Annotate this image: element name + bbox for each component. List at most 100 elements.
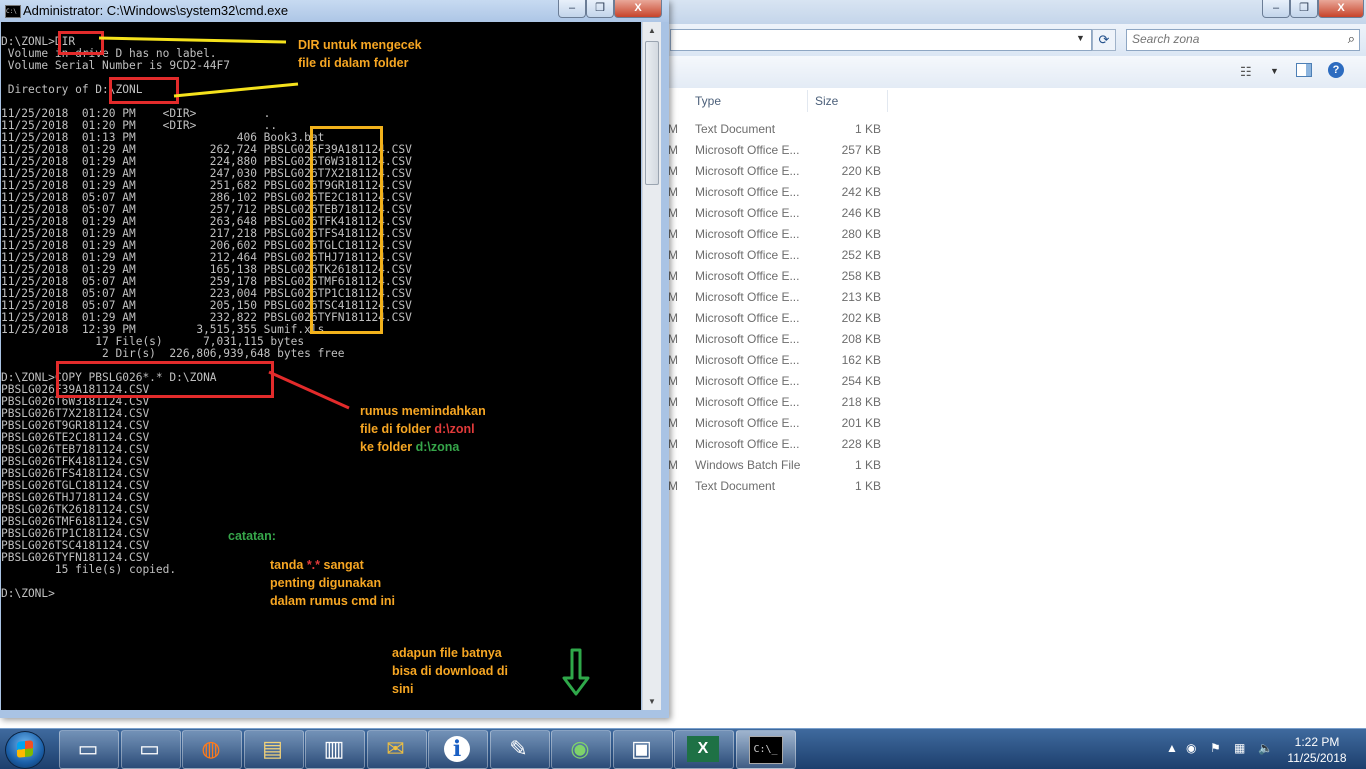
- file-row[interactable]: M Text Document 1 KB: [640, 119, 1366, 140]
- catatan-label: catatan:: [228, 529, 276, 543]
- scroll-down-icon[interactable]: ▼: [643, 693, 661, 710]
- column-header-size[interactable]: Size: [815, 88, 885, 114]
- file-size: 1 KB: [854, 458, 881, 472]
- window-button-2[interactable]: ▭: [120, 730, 181, 769]
- search-box[interactable]: ⌕: [1126, 29, 1360, 51]
- column-separator[interactable]: [807, 90, 808, 112]
- clock-time[interactable]: 1:22 PM: [1282, 735, 1352, 749]
- file-row[interactable]: M Microsoft Office E... 242 KB: [640, 182, 1366, 203]
- file-row[interactable]: M Microsoft Office E... 202 KB: [640, 308, 1366, 329]
- file-row[interactable]: M Microsoft Office E... 213 KB: [640, 287, 1366, 308]
- file-row[interactable]: M Microsoft Office E... 162 KB: [640, 350, 1366, 371]
- target-path-text: d:\zona: [415, 440, 460, 454]
- cmd-button[interactable]: C:\_: [735, 730, 796, 769]
- eye-button[interactable]: ◉: [551, 730, 611, 769]
- volume-icon[interactable]: 🔈: [1258, 741, 1273, 755]
- network-button[interactable]: ▣: [612, 730, 673, 769]
- search-icon[interactable]: ⌕: [1348, 31, 1355, 47]
- file-date-partial: M: [668, 437, 678, 451]
- column-header-type[interactable]: Type: [695, 88, 805, 114]
- file-date-partial: M: [668, 374, 678, 388]
- address-input[interactable]: [670, 29, 1092, 51]
- explorer-minimize-button[interactable]: –: [1262, 0, 1290, 18]
- scrollbar-thumb[interactable]: [645, 41, 659, 185]
- file-date-partial: M: [668, 395, 678, 409]
- file-date-partial: M: [668, 311, 678, 325]
- explorer-close-button[interactable]: X: [1318, 0, 1364, 18]
- editor-button[interactable]: ✎: [489, 730, 550, 769]
- network-icon[interactable]: ▦: [1234, 741, 1245, 755]
- view-options-icon[interactable]: ☷: [1240, 64, 1252, 80]
- file-row[interactable]: M Microsoft Office E... 246 KB: [640, 203, 1366, 224]
- cmd-restore-button[interactable]: ❒: [586, 0, 614, 18]
- file-date-partial: M: [668, 290, 678, 304]
- download-arrow-icon: [562, 648, 590, 696]
- cmd-close-button[interactable]: X: [614, 0, 662, 18]
- file-type: Microsoft Office E...: [695, 269, 800, 283]
- info-button[interactable]: ℹ: [428, 730, 488, 769]
- file-row[interactable]: M Text Document 1 KB: [640, 476, 1366, 497]
- start-button[interactable]: [5, 731, 45, 769]
- file-row[interactable]: M Microsoft Office E... 218 KB: [640, 392, 1366, 413]
- file-row[interactable]: M Microsoft Office E... 208 KB: [640, 329, 1366, 350]
- file-row[interactable]: M Microsoft Office E... 201 KB: [640, 413, 1366, 434]
- file-size: 220 KB: [841, 164, 881, 178]
- tanda-text: sangat: [320, 558, 364, 572]
- excel-button[interactable]: X: [674, 730, 734, 769]
- file-row[interactable]: M Microsoft Office E... 280 KB: [640, 224, 1366, 245]
- file-row[interactable]: M Microsoft Office E... 254 KB: [640, 371, 1366, 392]
- file-size: 280 KB: [841, 227, 881, 241]
- window-button-1[interactable]: ▭: [59, 730, 119, 769]
- mail-button[interactable]: ✉: [366, 730, 427, 769]
- file-date-partial: M: [668, 248, 678, 262]
- file-type: Microsoft Office E...: [695, 395, 800, 409]
- refresh-button[interactable]: ⟳: [1092, 29, 1116, 51]
- file-date-partial: M: [668, 206, 678, 220]
- file-type: Microsoft Office E...: [695, 164, 800, 178]
- file-row[interactable]: M Microsoft Office E... 258 KB: [640, 266, 1366, 287]
- tanda-note-line: penting digunakan: [270, 576, 382, 590]
- file-size: 242 KB: [841, 185, 881, 199]
- firefox-button[interactable]: ◍: [182, 730, 242, 769]
- file-row[interactable]: M Microsoft Office E... 220 KB: [640, 161, 1366, 182]
- console-scrollbar[interactable]: ▲ ▼: [642, 22, 661, 710]
- view-dropdown-icon[interactable]: ▼: [1270, 66, 1279, 76]
- file-row[interactable]: M Microsoft Office E... 252 KB: [640, 245, 1366, 266]
- cmd-titlebar: C:\ Administrator: C:\Windows\system32\c…: [0, 0, 669, 22]
- help-icon[interactable]: ?: [1328, 62, 1344, 78]
- file-row[interactable]: M Windows Batch File 1 KB: [640, 455, 1366, 476]
- explorer-button[interactable]: ▤: [243, 730, 304, 769]
- copy-note-text: ke folder: [360, 440, 416, 454]
- file-type: Windows Batch File: [695, 458, 801, 472]
- monitor-icon: ▣: [631, 736, 652, 761]
- show-hidden-icons[interactable]: ▲: [1166, 741, 1178, 755]
- eye-tray-icon[interactable]: ◉: [1186, 741, 1196, 755]
- reader-button[interactable]: ▥: [305, 730, 365, 769]
- console-output[interactable]: D:\ZONL>DIR Volume in drive D has no lab…: [1, 22, 641, 710]
- copy-note-line: file di folder d:\zonl: [360, 420, 486, 438]
- file-type: Microsoft Office E...: [695, 353, 800, 367]
- download-note-line: adapun file batnya: [392, 646, 502, 660]
- clock-date[interactable]: 11/25/2018: [1282, 751, 1352, 765]
- file-size: 1 KB: [854, 479, 881, 493]
- file-type: Microsoft Office E...: [695, 290, 800, 304]
- scroll-up-icon[interactable]: ▲: [643, 22, 661, 39]
- explorer-titlebar: – ❐ X: [640, 0, 1366, 24]
- file-type: Microsoft Office E...: [695, 206, 800, 220]
- column-separator[interactable]: [887, 90, 888, 112]
- tanda-note-line: tanda *.* sangat: [270, 556, 395, 574]
- cmd-minimize-button[interactable]: –: [558, 0, 586, 18]
- explorer-maximize-button[interactable]: ❐: [1290, 0, 1318, 18]
- windows-logo-icon: [17, 740, 33, 758]
- search-input[interactable]: [1127, 30, 1332, 48]
- file-row[interactable]: M Microsoft Office E... 228 KB: [640, 434, 1366, 455]
- action-center-icon[interactable]: ⚑: [1210, 741, 1221, 755]
- preview-pane-icon[interactable]: [1296, 63, 1312, 77]
- file-size: 218 KB: [841, 395, 881, 409]
- file-row[interactable]: M Microsoft Office E... 257 KB: [640, 140, 1366, 161]
- address-dropdown-icon[interactable]: ▼: [1076, 33, 1085, 43]
- file-type: Microsoft Office E...: [695, 374, 800, 388]
- eye-icon: ◉: [570, 736, 590, 761]
- file-size: 254 KB: [841, 374, 881, 388]
- dir-note-line: DIR untuk mengecek: [298, 38, 422, 52]
